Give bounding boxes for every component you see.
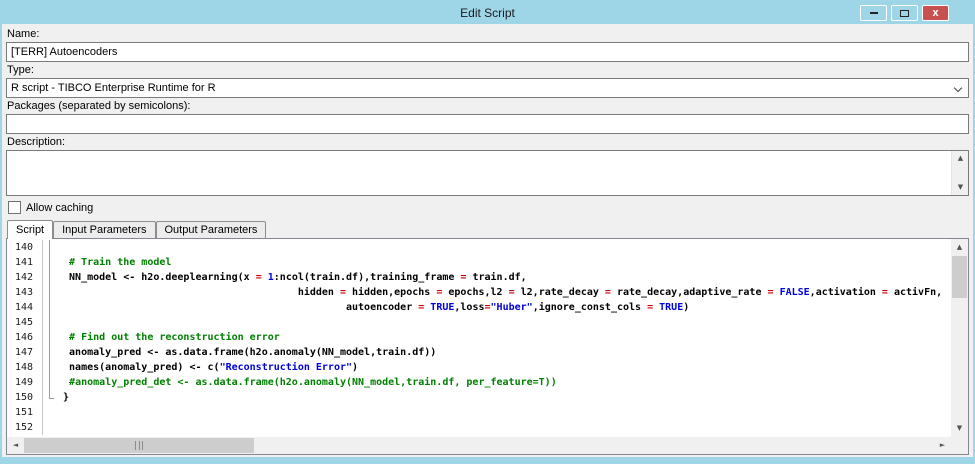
fold-margin — [43, 300, 57, 315]
scroll-down-icon[interactable]: ▼ — [951, 420, 968, 437]
name-input[interactable] — [6, 42, 969, 62]
fold-margin — [43, 405, 57, 420]
code-line: 146 # Find out the reconstruction error — [7, 330, 951, 345]
fold-margin — [43, 270, 57, 285]
minimize-icon — [870, 12, 878, 14]
line-number: 147 — [7, 345, 43, 360]
edit-script-dialog: Edit Script x Name: Type: R script - TIB… — [0, 0, 975, 464]
scrollbar-corner — [951, 437, 968, 454]
fold-margin — [43, 390, 57, 405]
window-title: Edit Script — [460, 6, 515, 20]
tab-bar: ScriptInput ParametersOutput Parameters — [6, 219, 969, 238]
scroll-down-icon[interactable]: ▼ — [952, 180, 969, 195]
code-line: 142 NN_model <- h2o.deeplearning(x = 1:n… — [7, 270, 951, 285]
code-line: 149 #anomaly_pred_det <- as.data.frame(h… — [7, 375, 951, 390]
code-line: 147 anomaly_pred <- as.data.frame(h2o.an… — [7, 345, 951, 360]
scroll-right-icon[interactable]: ► — [934, 437, 951, 454]
titlebar[interactable]: Edit Script x — [2, 2, 973, 24]
line-number: 149 — [7, 375, 43, 390]
code-line: 145 — [7, 315, 951, 330]
line-number: 151 — [7, 405, 43, 420]
fold-margin — [43, 375, 57, 390]
code-line: 144 autoencoder = TRUE,loss="Huber",igno… — [7, 300, 951, 315]
maximize-icon — [900, 10, 909, 17]
fold-margin — [43, 330, 57, 345]
type-dropdown[interactable]: R script - TIBCO Enterprise Runtime for … — [6, 78, 969, 98]
line-number: 140 — [7, 240, 43, 255]
line-number: 146 — [7, 330, 43, 345]
description-input[interactable]: ▲ ▼ — [6, 150, 969, 196]
close-button[interactable]: x — [922, 5, 949, 21]
code-line: 143 hidden = hidden,epochs = epochs,l2 =… — [7, 285, 951, 300]
dialog-body: Name: Type: R script - TIBCO Enterprise … — [2, 24, 973, 457]
editor-vertical-scrollbar[interactable]: ▲ ▼ — [951, 239, 968, 437]
line-number: 141 — [7, 255, 43, 270]
type-label: Type: — [7, 64, 969, 77]
code-line: 152 — [7, 420, 951, 435]
code-line: 140 — [7, 240, 951, 255]
tab-script[interactable]: Script — [7, 220, 53, 239]
minimize-button[interactable] — [860, 5, 887, 21]
tab-input-parameters[interactable]: Input Parameters — [53, 221, 155, 238]
fold-margin — [43, 345, 57, 360]
code-line: 151 — [7, 405, 951, 420]
scroll-up-icon[interactable]: ▲ — [952, 151, 969, 166]
code-line: 141 # Train the model — [7, 255, 951, 270]
vertical-scroll-thumb[interactable] — [952, 256, 967, 298]
line-number: 148 — [7, 360, 43, 375]
scroll-grip-icon — [135, 441, 143, 450]
tab-output-parameters[interactable]: Output Parameters — [156, 221, 267, 238]
line-number: 152 — [7, 420, 43, 435]
horizontal-scroll-thumb[interactable] — [24, 438, 254, 453]
editor-horizontal-scrollbar[interactable]: ◄ ► — [7, 437, 951, 454]
name-label: Name: — [7, 28, 969, 41]
description-label: Description: — [7, 136, 969, 149]
maximize-button[interactable] — [891, 5, 918, 21]
line-number: 142 — [7, 270, 43, 285]
fold-margin — [43, 360, 57, 375]
line-number: 144 — [7, 300, 43, 315]
close-icon: x — [932, 8, 938, 19]
chevron-down-icon — [954, 84, 962, 92]
packages-label: Packages (separated by semicolons): — [7, 100, 969, 113]
code-editor[interactable]: 140141 # Train the model142 NN_model <- … — [7, 240, 951, 437]
scroll-up-icon[interactable]: ▲ — [951, 239, 968, 256]
line-number: 150 — [7, 390, 43, 405]
fold-margin — [43, 420, 57, 435]
type-dropdown-value: R script - TIBCO Enterprise Runtime for … — [11, 82, 216, 94]
allow-caching-row: Allow caching — [6, 200, 969, 215]
packages-input[interactable] — [6, 114, 969, 134]
line-number: 143 — [7, 285, 43, 300]
fold-margin — [43, 285, 57, 300]
allow-caching-checkbox[interactable] — [8, 201, 21, 214]
window-controls: x — [860, 5, 949, 21]
fold-margin — [43, 315, 57, 330]
description-text — [7, 151, 951, 195]
line-number: 145 — [7, 315, 43, 330]
code-line: 148 names(anomaly_pred) <- c("Reconstruc… — [7, 360, 951, 375]
allow-caching-label[interactable]: Allow caching — [26, 202, 93, 214]
scroll-left-icon[interactable]: ◄ — [7, 437, 24, 454]
code-line: 150 } — [7, 390, 951, 405]
fold-margin — [43, 255, 57, 270]
description-scrollbar[interactable]: ▲ ▼ — [951, 151, 968, 195]
script-panel: 140141 # Train the model142 NN_model <- … — [6, 238, 969, 455]
fold-margin — [43, 240, 57, 255]
